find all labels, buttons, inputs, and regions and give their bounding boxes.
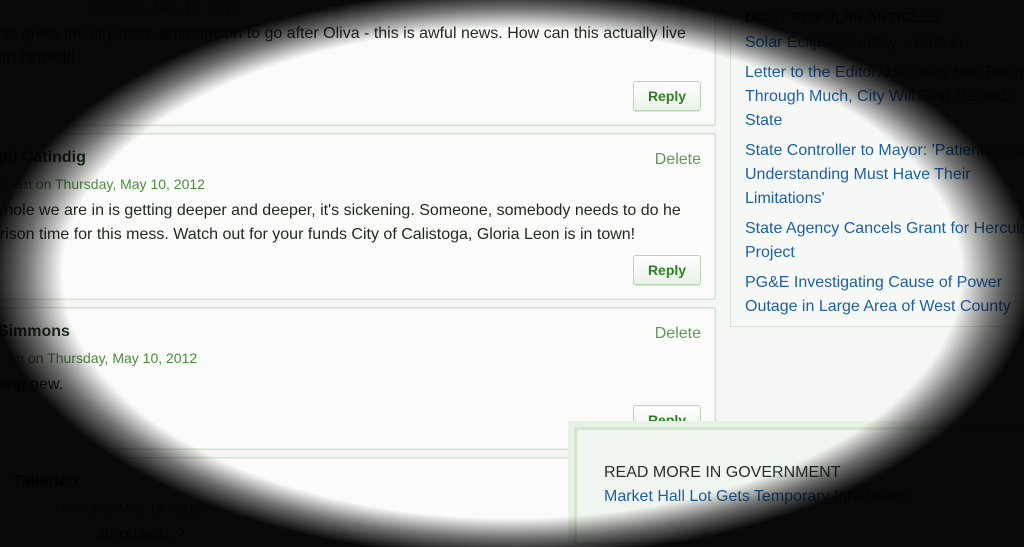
popular-article-link[interactable]: Letter to the Editor: Hercules Has Been … bbox=[745, 61, 1024, 133]
comment-body: This gives the city more ammunition to g… bbox=[0, 25, 686, 66]
popular-article-link[interactable]: Solar Eclipse Sunday – First in bbox=[745, 31, 1024, 55]
comment-meta: 27 am on Thursday, May 10, 2012 bbox=[0, 176, 205, 192]
most-popular-list: Solar Eclipse Sunday – First in Letter t… bbox=[745, 31, 1024, 325]
delete-link[interactable]: Delete bbox=[655, 151, 701, 169]
comment-item: eph Catindig Delete 27 am on Thursday, M… bbox=[0, 133, 716, 300]
delete-link[interactable]: Delete bbox=[655, 325, 701, 343]
most-popular-title: MOST POPULAR ARTICLES bbox=[745, 9, 941, 26]
page: Thursday, May 10, 2012 This gives the ci… bbox=[0, 0, 1024, 547]
comment-author[interactable]: l Simmons bbox=[0, 323, 70, 341]
comment-body: e hole we are in is getting deeper and d… bbox=[0, 202, 681, 243]
popular-article-link[interactable]: PG&E Investigating Cause of Power Outage… bbox=[745, 271, 1024, 319]
read-more-title: READ MORE IN GOVERNMENT bbox=[604, 464, 841, 481]
comment-body: thing new. bbox=[0, 376, 64, 393]
popular-article-link[interactable]: State Controller to Mayor: 'Patience and… bbox=[745, 139, 1024, 211]
comment-meta: 2 am on Thursday, May 10, 2012 bbox=[0, 350, 198, 366]
reply-button[interactable]: Reply bbox=[633, 255, 701, 285]
comment-item: Thursday, May 10, 2012 This gives the ci… bbox=[0, 0, 716, 126]
reply-button[interactable]: Reply bbox=[633, 81, 701, 111]
most-popular-panel: MOST POPULAR ARTICLES Solar Eclipse Sund… bbox=[730, 0, 1024, 327]
popular-article-link[interactable]: State Agency Cancels Grant for Hercules … bbox=[745, 217, 1024, 265]
comment-meta: Thursday, May 10, 2012 bbox=[89, 0, 239, 16]
read-more-link[interactable]: Market Hall Lot Gets Temporary Inhabitan… bbox=[604, 488, 912, 506]
comment-meta: Thursday, May 10, 2012 bbox=[53, 500, 203, 516]
comment-author[interactable]: Tallerico bbox=[13, 473, 78, 491]
comment-author[interactable]: eph Catindig bbox=[0, 149, 86, 167]
read-more-panel: READ MORE IN GOVERNMENT Market Hall Lot … bbox=[574, 427, 1024, 545]
